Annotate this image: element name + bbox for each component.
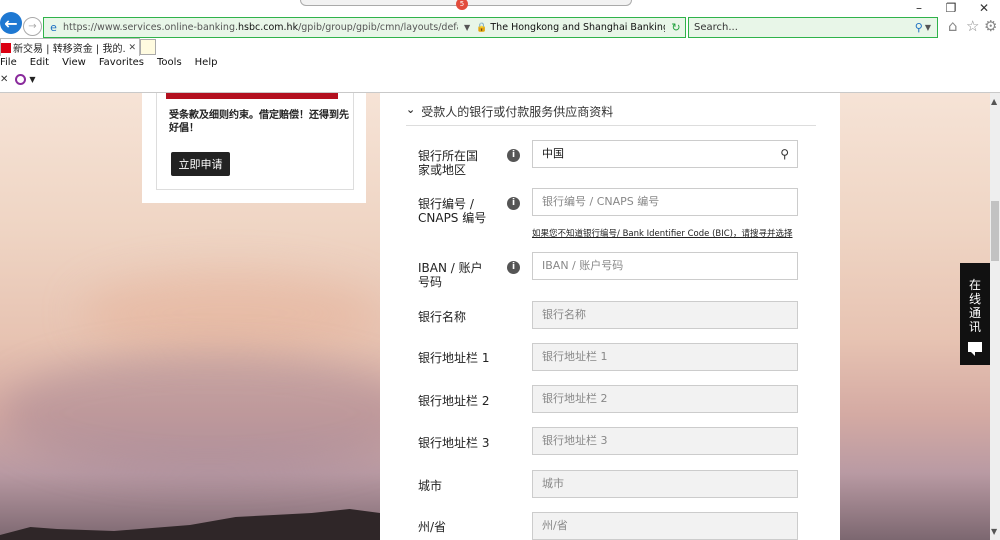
close-tab-icon[interactable]: ✕ bbox=[128, 43, 136, 53]
bank-address-2-label: 银行地址栏 2 bbox=[418, 394, 489, 408]
extension-dropdown-icon[interactable]: ▼ bbox=[29, 75, 35, 84]
section-title: 受款人的银行或付款服务供应商资料 bbox=[421, 103, 613, 120]
search-dropdown-icon[interactable]: ▼ bbox=[925, 23, 931, 32]
tab-peek: 5 bbox=[300, 0, 632, 6]
address-url: https://www.services.online-banking.hsbc… bbox=[63, 22, 458, 33]
scroll-up-icon[interactable]: ▲ bbox=[991, 97, 997, 106]
favorites-star-icon[interactable]: ☆ bbox=[966, 17, 979, 35]
bank-address-2-input[interactable]: 银行地址栏 2 bbox=[532, 385, 798, 413]
tab-count-badge: 5 bbox=[456, 0, 468, 10]
address-dropdown-icon[interactable]: ▼ bbox=[464, 23, 470, 32]
chevron-down-icon: ⌄ bbox=[406, 103, 415, 116]
city-label: 城市 bbox=[418, 479, 442, 493]
bank-code-input[interactable]: 银行编号 / CNAPS 编号 bbox=[532, 188, 798, 216]
live-chat-label: 在线通讯 bbox=[968, 278, 982, 334]
bank-name-input[interactable]: 银行名称 bbox=[532, 301, 798, 329]
info-icon[interactable]: i bbox=[507, 261, 520, 274]
browser-tab[interactable]: 新交易 | 转移资金 | 我的... ✕ bbox=[0, 38, 140, 56]
favorites-bar: ✕ ▼ bbox=[0, 74, 36, 85]
browser-chrome: 5 – ❐ ✕ ← → e https://www.services.onlin… bbox=[0, 0, 1000, 93]
search-icon[interactable]: ⚲ bbox=[915, 21, 923, 34]
payee-bank-form: ⌄ 受款人的银行或付款服务供应商资料 银行所在国家或地区 i 中国 ⚲ 银行编号… bbox=[380, 93, 840, 540]
lock-icon[interactable]: 🔒 bbox=[476, 23, 487, 33]
state-label: 州/省 bbox=[418, 520, 446, 534]
chat-bubble-icon bbox=[968, 342, 982, 352]
background-hill bbox=[0, 503, 380, 540]
menu-view[interactable]: View bbox=[62, 57, 86, 71]
city-input[interactable]: 城市 bbox=[532, 470, 798, 498]
refresh-icon[interactable]: ↻ bbox=[671, 21, 680, 34]
back-arrow-icon: ← bbox=[4, 14, 17, 33]
iban-label: IBAN / 账户号码 bbox=[418, 261, 488, 289]
bank-name-label: 银行名称 bbox=[418, 310, 466, 324]
menu-bar: File Edit View Favorites Tools Help bbox=[0, 57, 230, 71]
scroll-down-icon[interactable]: ▼ bbox=[991, 527, 997, 536]
menu-tools[interactable]: Tools bbox=[157, 57, 182, 71]
address-bar[interactable]: e https://www.services.online-banking.hs… bbox=[43, 17, 686, 38]
background-cloud bbox=[80, 273, 380, 353]
scrollbar-thumb[interactable] bbox=[991, 201, 999, 261]
promo-text: 受条款及细则约束。借定赔偿！还得到先好倡！ bbox=[169, 109, 349, 135]
tab-title: 新交易 | 转移资金 | 我的... bbox=[13, 40, 125, 55]
new-tab-button[interactable] bbox=[140, 39, 156, 55]
bank-country-label: 银行所在国家或地区 bbox=[418, 149, 488, 177]
bank-address-1-label: 银行地址栏 1 bbox=[418, 351, 489, 365]
home-icon[interactable]: ⌂ bbox=[948, 17, 958, 35]
bank-address-1-input[interactable]: 银行地址栏 1 bbox=[532, 343, 798, 371]
certificate-name[interactable]: The Hongkong and Shanghai Banking Corp..… bbox=[490, 22, 665, 33]
menu-favorites[interactable]: Favorites bbox=[99, 57, 144, 71]
bank-address-3-label: 银行地址栏 3 bbox=[418, 436, 489, 450]
close-window-button[interactable]: ✕ bbox=[975, 0, 993, 16]
menu-edit[interactable]: Edit bbox=[30, 57, 49, 71]
state-input[interactable]: 州/省 bbox=[532, 512, 798, 540]
menu-file[interactable]: File bbox=[0, 57, 17, 71]
background-cloud bbox=[0, 353, 420, 473]
search-icon[interactable]: ⚲ bbox=[780, 141, 789, 167]
forward-button[interactable]: → bbox=[23, 17, 42, 36]
ie-favicon-icon: e bbox=[47, 21, 60, 34]
bic-search-link[interactable]: 如果您不知道银行编号/ Bank Identifier Code (BIC)，请… bbox=[532, 227, 792, 239]
bank-country-input[interactable]: 中国 ⚲ bbox=[532, 140, 798, 168]
search-placeholder: Search... bbox=[689, 22, 915, 33]
iban-input[interactable]: IBAN / 账户号码 bbox=[532, 252, 798, 280]
menu-help[interactable]: Help bbox=[195, 57, 218, 71]
bank-code-label: 银行编号 / CNAPS 编号 bbox=[418, 197, 488, 225]
gear-icon[interactable]: ⚙ bbox=[984, 17, 997, 35]
section-header[interactable]: ⌄ 受款人的银行或付款服务供应商资料 bbox=[406, 103, 816, 126]
page-viewport: 受条款及细则约束。借定赔偿！还得到先好倡！ 立即申请 ⌄ 受款人的银行或付款服务… bbox=[0, 93, 990, 540]
live-chat-button[interactable]: 在线通讯 bbox=[960, 263, 990, 365]
promo-image-strip bbox=[166, 93, 338, 99]
minimize-button[interactable]: – bbox=[910, 0, 928, 16]
info-icon[interactable]: i bbox=[507, 197, 520, 210]
close-toolbar-icon[interactable]: ✕ bbox=[0, 74, 8, 85]
vertical-scrollbar[interactable]: ▲ ▼ bbox=[990, 93, 1000, 540]
forward-arrow-icon: → bbox=[28, 21, 36, 32]
back-button[interactable]: ← bbox=[0, 12, 22, 34]
apply-now-button[interactable]: 立即申请 bbox=[171, 152, 230, 176]
hsbc-favicon-icon bbox=[1, 43, 11, 53]
restore-button[interactable]: ❐ bbox=[942, 0, 960, 16]
extension-icon[interactable] bbox=[15, 74, 26, 85]
bank-address-3-input[interactable]: 银行地址栏 3 bbox=[532, 427, 798, 455]
search-box[interactable]: Search... ⚲ ▼ bbox=[688, 17, 938, 38]
info-icon[interactable]: i bbox=[507, 149, 520, 162]
